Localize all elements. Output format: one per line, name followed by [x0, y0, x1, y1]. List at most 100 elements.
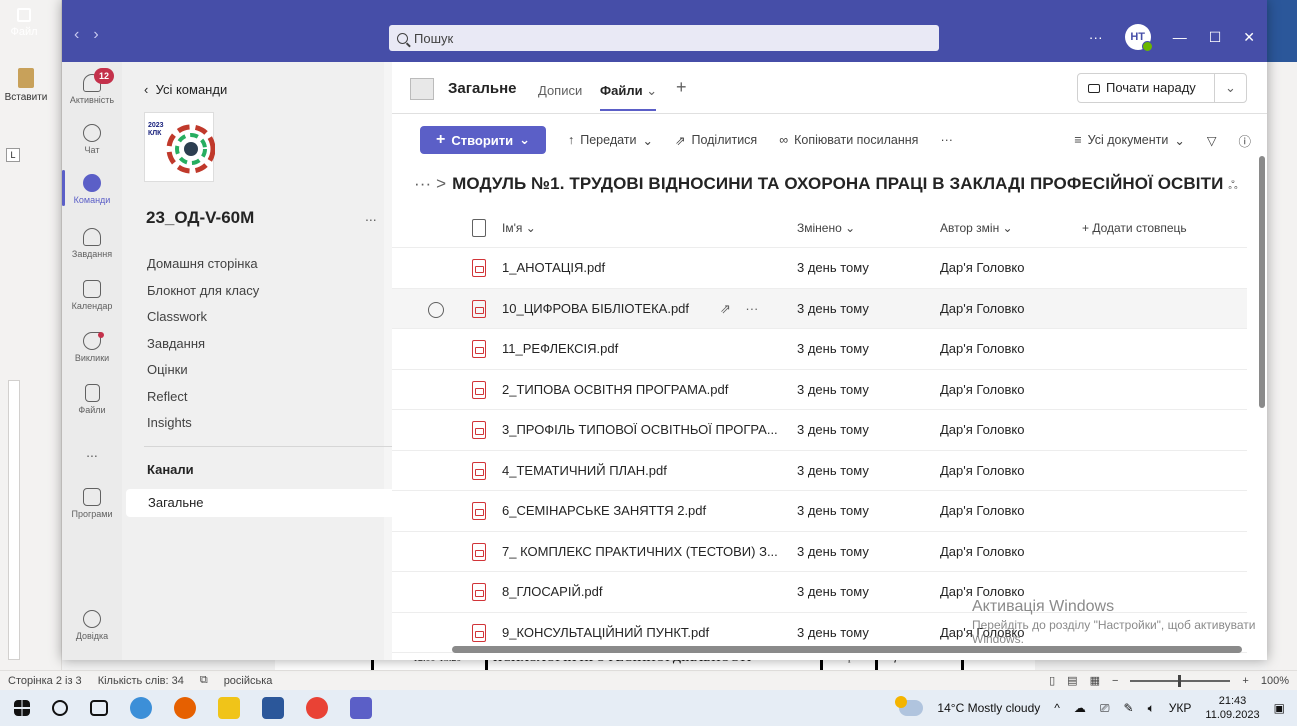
zoom-slider[interactable]	[1130, 674, 1231, 687]
read-mode-icon[interactable]: ▯	[1049, 674, 1055, 687]
search-input[interactable]: Пошук	[389, 25, 939, 51]
filter-icon[interactable]: ▽	[1207, 133, 1217, 148]
add-tab-button[interactable]: +	[676, 77, 687, 98]
upload-button[interactable]: ↑ Передати ⌄	[568, 133, 653, 148]
language-indicator[interactable]: російська	[224, 675, 273, 687]
search-icon[interactable]	[52, 700, 68, 716]
app-icon[interactable]	[130, 697, 152, 719]
horizontal-scrollbar[interactable]	[452, 646, 1242, 653]
zoom-out-button[interactable]: −	[1112, 675, 1118, 687]
vertical-scrollbar[interactable]	[1259, 156, 1265, 408]
table-row[interactable]: 10_ЦИФРОВА БІБЛІОТЕКА.pdf ⇗ ··· 3 день том…	[392, 288, 1247, 329]
file-name[interactable]: 3_ПРОФІЛЬ ТИПОВОЇ ОСВІТНЬОЇ ПРОГРА...	[502, 410, 782, 450]
tray-chevron-icon[interactable]: ^	[1054, 701, 1060, 715]
create-button[interactable]: + Створити ⌄	[420, 126, 546, 154]
word-icon[interactable]	[262, 697, 284, 719]
network-icon[interactable]: ⎚	[1100, 701, 1110, 716]
tab-files[interactable]: Файли ⌄	[600, 83, 657, 111]
file-modified: 3 день тому	[797, 584, 869, 599]
add-column-button[interactable]: + Додати стовпець	[1082, 208, 1187, 248]
print-layout-icon[interactable]: ▤	[1067, 674, 1077, 687]
file-explorer-icon[interactable]	[218, 697, 240, 719]
table-row[interactable]: 2_ТИПОВА ОСВІТНЯ ПРОГРАМА.pdf 3 день тому…	[392, 370, 1247, 410]
copy-link-button[interactable]: ∞ Копіювати посилання	[779, 133, 918, 147]
column-modified[interactable]: Змінено ⌄	[797, 208, 855, 248]
page-indicator[interactable]: Сторінка 2 із 3	[8, 675, 82, 687]
table-row[interactable]: 11_РЕФЛЕКСІЯ.pdf 3 день тому Дар'я Головко	[392, 329, 1247, 370]
rail-item-calendar[interactable]: Календар	[62, 280, 122, 311]
team-link-notebook[interactable]: Блокнот для класу	[147, 278, 259, 305]
chevron-down-icon[interactable]: ⌄	[1215, 80, 1236, 96]
clock[interactable]: 21:43 11.09.2023	[1205, 694, 1259, 722]
rail-item-files[interactable]: Файли	[62, 384, 122, 415]
firefox-icon[interactable]	[174, 697, 196, 719]
row-select-radio[interactable]	[428, 301, 444, 318]
back-arrow-icon[interactable]: ‹	[74, 26, 93, 43]
word-count[interactable]: Кількість слів: 34	[98, 675, 184, 687]
onedrive-icon[interactable]: ☁	[1074, 701, 1086, 715]
info-icon[interactable]: ⓘ	[1238, 131, 1251, 150]
more-actions-button[interactable]: ···	[940, 133, 953, 147]
rail-item-apps[interactable]: Програми	[62, 488, 122, 519]
task-view-icon[interactable]	[90, 700, 108, 716]
notifications-icon[interactable]: ▣	[1274, 701, 1285, 715]
web-layout-icon[interactable]: ▦	[1090, 674, 1100, 687]
column-name[interactable]: Ім'я ⌄	[502, 208, 782, 248]
share-icon[interactable]: ⇗	[720, 301, 731, 316]
file-name[interactable]: 7_ КОМПЛЕКС ПРАКТИЧНИХ (ТЕСТОВИ) З...	[502, 532, 782, 572]
rail-item-teams[interactable]: Команди	[62, 170, 122, 206]
forward-arrow-icon[interactable]: ›	[93, 26, 112, 43]
tab-posts[interactable]: Дописи	[538, 83, 582, 98]
view-switcher[interactable]: ≡ Усі документи ⌄	[1074, 133, 1185, 148]
table-row[interactable]: 4_ТЕМАТИЧНИЙ ПЛАН.pdf 3 день тому Дар'я Го…	[392, 451, 1247, 491]
tab-stop-selector[interactable]: L	[6, 148, 20, 162]
language-indicator[interactable]: УКР	[1169, 701, 1192, 715]
table-row[interactable]: 3_ПРОФІЛЬ ТИПОВОЇ ОСВІТНЬОЇ ПРОГРА... 3 д…	[392, 410, 1247, 451]
speaker-icon[interactable]: 🔈︎	[1148, 701, 1155, 716]
maximize-icon[interactable]: ☐	[1209, 29, 1222, 46]
weather-text[interactable]: 14°C Mostly cloudy	[937, 701, 1040, 715]
file-name[interactable]: 6_СЕМІНАРСЬКЕ ЗАНЯТТЯ 2.pdf	[502, 491, 782, 531]
history-nav[interactable]: ‹›	[74, 26, 113, 44]
spellcheck-icon[interactable]: ⧉	[200, 674, 208, 687]
column-author[interactable]: Автор змін ⌄	[940, 208, 1013, 248]
zoom-level[interactable]: 100%	[1261, 675, 1289, 687]
team-link-grades[interactable]: Оцінки	[147, 357, 259, 384]
pen-icon[interactable]: ✎	[1124, 701, 1134, 715]
team-link-reflect[interactable]: Reflect	[147, 384, 259, 411]
word-file-menu[interactable]: Файл	[0, 0, 48, 62]
settings-more-icon[interactable]: ···	[1089, 29, 1103, 45]
rail-item-chat[interactable]: Чат	[62, 124, 122, 155]
team-link-classwork[interactable]: Classwork	[147, 304, 259, 331]
file-name[interactable]: 4_ТЕМАТИЧНИЙ ПЛАН.pdf	[502, 451, 782, 491]
file-name[interactable]: 1_АНОТАЦІЯ.pdf	[502, 248, 782, 288]
file-name[interactable]: 11_РЕФЛЕКСІЯ.pdf	[502, 329, 782, 369]
table-row[interactable]: 1_АНОТАЦІЯ.pdf 3 день тому Дар'я Головко	[392, 248, 1247, 289]
file-name[interactable]: 8_ГЛОСАРІЙ.pdf	[502, 572, 782, 612]
chrome-icon[interactable]	[306, 697, 328, 719]
rail-item-calls[interactable]: Виклики	[62, 332, 122, 363]
rail-item-activity[interactable]: 12 Активність	[62, 68, 122, 105]
table-row[interactable]: 6_СЕМІНАРСЬКЕ ЗАНЯТТЯ 2.pdf 3 день тому Да…	[392, 491, 1247, 532]
meet-now-button[interactable]: Почати нараду ⌄	[1077, 73, 1247, 103]
zoom-in-button[interactable]: +	[1242, 675, 1248, 687]
team-link-assignments[interactable]: Завдання	[147, 331, 259, 358]
rail-item-help[interactable]: Довідка	[62, 610, 122, 641]
avatar[interactable]: НТ	[1124, 24, 1153, 52]
share-button[interactable]: ⇗ Поділитися	[675, 133, 757, 148]
close-icon[interactable]: ✕	[1243, 29, 1255, 46]
more-icon[interactable]: ···	[745, 301, 758, 316]
rail-item-more[interactable]: ...	[62, 444, 122, 460]
all-teams-link[interactable]: ‹ Усі команди	[144, 82, 227, 97]
word-paste-button[interactable]: Вставити	[4, 68, 48, 103]
rail-item-assignments[interactable]: Завдання	[62, 228, 122, 259]
table-row[interactable]: 7_ КОМПЛЕКС ПРАКТИЧНИХ (ТЕСТОВИ) З... 3 д…	[392, 532, 1247, 572]
file-name[interactable]: 2_ТИПОВА ОСВІТНЯ ПРОГРАМА.pdf	[502, 370, 782, 410]
breadcrumb-prefix[interactable]: ··· >	[414, 174, 446, 193]
teams-taskbar-icon[interactable]	[350, 697, 372, 719]
start-icon[interactable]	[14, 700, 30, 716]
team-link-home[interactable]: Домашня сторінка	[147, 251, 259, 278]
team-more-icon[interactable]: ...	[365, 208, 377, 224]
minimize-icon[interactable]: —	[1173, 29, 1187, 45]
team-link-insights[interactable]: Insights	[147, 410, 259, 437]
